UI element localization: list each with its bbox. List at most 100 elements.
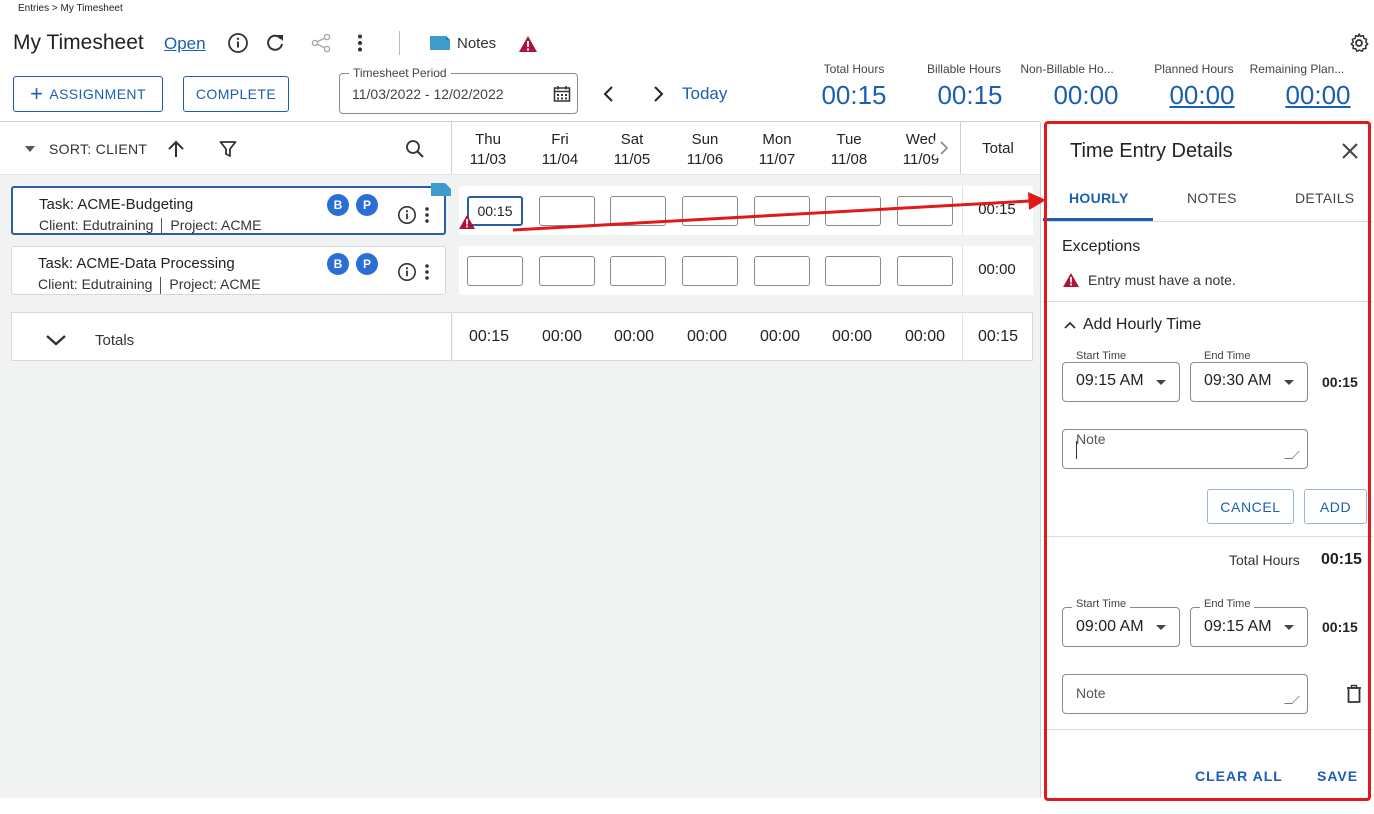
summary-remaining-planned-value[interactable]: 00:00 — [1272, 80, 1364, 111]
cancel-button[interactable]: CANCEL — [1207, 489, 1294, 524]
delete-trash-icon[interactable] — [1342, 682, 1366, 706]
sort-client-label[interactable]: SORT: CLIENT — [49, 141, 147, 157]
refresh-icon[interactable] — [263, 31, 287, 55]
task-meta: Client: Edutraining Project: ACME — [38, 276, 260, 294]
day-name: Tue — [836, 131, 862, 148]
cell-warning-icon[interactable] — [458, 214, 476, 230]
time-cell-fri[interactable] — [539, 196, 595, 226]
new-note-placeholder: Note — [1076, 431, 1106, 447]
totals-grand-total: 00:15 — [977, 328, 1019, 345]
time-cell-wed[interactable] — [897, 196, 953, 226]
task-meta: Client: Edutraining Project: ACME — [39, 217, 261, 235]
today-link[interactable]: Today — [682, 84, 727, 104]
search-icon[interactable] — [403, 137, 427, 161]
add-button[interactable]: ADD — [1304, 489, 1367, 524]
info-icon[interactable] — [226, 31, 250, 55]
time-cell-tue[interactable] — [825, 256, 881, 286]
filter-icon[interactable] — [216, 137, 240, 161]
summary-total-hours-value: 00:15 — [821, 80, 887, 110]
plus-icon: + — [30, 81, 44, 106]
day-date: 11/03 — [469, 151, 507, 168]
scroll-days-right-icon[interactable] — [932, 136, 956, 160]
day-name: Fri — [551, 131, 569, 148]
tab-hourly[interactable]: HOURLY — [1069, 190, 1129, 206]
time-cell-mon[interactable] — [754, 196, 810, 226]
entry-start-time-label: Start Time — [1072, 598, 1131, 610]
time-cell-sat[interactable] — [610, 196, 666, 226]
day-date: 11/04 — [541, 151, 579, 168]
time-cell-mon[interactable] — [754, 256, 810, 286]
save-button[interactable]: SAVE — [1317, 768, 1358, 784]
next-period-chevron-icon[interactable] — [646, 82, 670, 106]
day-name: Sun — [691, 131, 719, 148]
total-thu: 00:15 — [468, 328, 510, 345]
text-cursor — [1076, 441, 1077, 459]
task-project: Project: ACME — [170, 217, 262, 233]
total-mon: 00:00 — [759, 328, 801, 345]
section-divider — [1043, 536, 1373, 537]
dropdown-caret-icon — [1284, 380, 1294, 385]
section-divider — [1043, 301, 1373, 302]
day-date: 11/05 — [613, 151, 651, 168]
day-header-tue: Tue 11/08 — [817, 130, 881, 170]
breadcrumb[interactable]: Entries > My Timesheet — [18, 3, 123, 14]
summary-total-hours-label: Total Hours — [823, 62, 885, 76]
calendar-icon[interactable] — [550, 82, 574, 106]
task-title: Task: ACME-Data Processing — [38, 255, 235, 272]
total-wed: 00:00 — [904, 328, 946, 345]
totals-expand-chevron-icon[interactable] — [44, 328, 68, 352]
time-cell-sun[interactable] — [682, 256, 738, 286]
summary-planned-hours-label: Planned Hours — [1154, 62, 1234, 76]
time-cell-wed[interactable] — [897, 256, 953, 286]
task-card-acme-budgeting[interactable]: Task: ACME-Budgeting Client: Edutraining… — [11, 186, 446, 235]
panel-total-hours-label: Total Hours — [1229, 552, 1300, 568]
day-date: 11/08 — [830, 151, 868, 168]
day-header-sun: Sun 11/06 — [673, 130, 737, 170]
row-total: 00:15 — [978, 201, 1016, 218]
sort-ascending-arrow-icon[interactable] — [164, 137, 188, 161]
time-cell-sun[interactable] — [682, 196, 738, 226]
totals-divider — [962, 312, 963, 361]
add-hourly-time-title[interactable]: Add Hourly Time — [1083, 316, 1201, 334]
more-vertical-icon[interactable] — [348, 31, 372, 55]
complete-button[interactable]: COMPLETE — [183, 76, 289, 112]
grid-top-border — [0, 121, 1040, 122]
warning-icon[interactable] — [516, 32, 540, 56]
time-cell-fri[interactable] — [539, 256, 595, 286]
task-more-icon[interactable] — [415, 203, 439, 227]
new-end-time-value: 09:30 AM — [1204, 372, 1272, 389]
share-icon[interactable] — [309, 31, 333, 55]
sort-caret-down-icon[interactable] — [18, 137, 42, 161]
panel-total-hours-value: 00:15 — [1321, 551, 1362, 568]
task-project: Project: ACME — [169, 276, 261, 292]
time-cell-tue[interactable] — [825, 196, 881, 226]
tab-details[interactable]: DETAILS — [1295, 190, 1354, 206]
billable-badge: B — [327, 253, 349, 275]
notes-folder-icon[interactable] — [428, 31, 452, 55]
new-start-time-value: 09:15 AM — [1076, 372, 1144, 389]
time-cell-sat[interactable] — [610, 256, 666, 286]
clear-all-button[interactable]: CLEAR ALL — [1195, 768, 1283, 784]
section-divider — [1043, 729, 1373, 730]
collapse-chevron-up-icon[interactable] — [1061, 315, 1079, 335]
task-client: Client: Edutraining — [38, 276, 153, 292]
timesheet-period-value: 11/03/2022 - 12/02/2022 — [352, 86, 504, 102]
day-name: Mon — [762, 131, 792, 148]
dropdown-caret-icon — [1156, 380, 1166, 385]
previous-period-chevron-icon[interactable] — [597, 82, 621, 106]
task-more-icon[interactable] — [415, 260, 439, 284]
summary-billable-hours-value: 00:15 — [937, 80, 1003, 110]
day-header-sat: Sat 11/05 — [600, 130, 664, 170]
toolbar-divider — [399, 31, 400, 55]
day-header-thu: Thu 11/03 — [456, 130, 520, 170]
add-assignment-button[interactable]: + ASSIGNMENT — [13, 76, 163, 112]
task-card-acme-data-processing[interactable]: Task: ACME-Data Processing Client: Edutr… — [11, 246, 446, 295]
tab-notes[interactable]: NOTES — [1187, 190, 1237, 206]
panel-title: Time Entry Details — [1070, 140, 1233, 162]
notes-label[interactable]: Notes — [457, 35, 496, 52]
close-icon[interactable] — [1338, 139, 1362, 163]
status-link[interactable]: Open — [164, 34, 206, 54]
time-cell-thu[interactable] — [467, 256, 523, 286]
settings-gear-icon[interactable] — [1347, 31, 1371, 55]
summary-planned-hours-value[interactable]: 00:00 — [1156, 80, 1248, 111]
